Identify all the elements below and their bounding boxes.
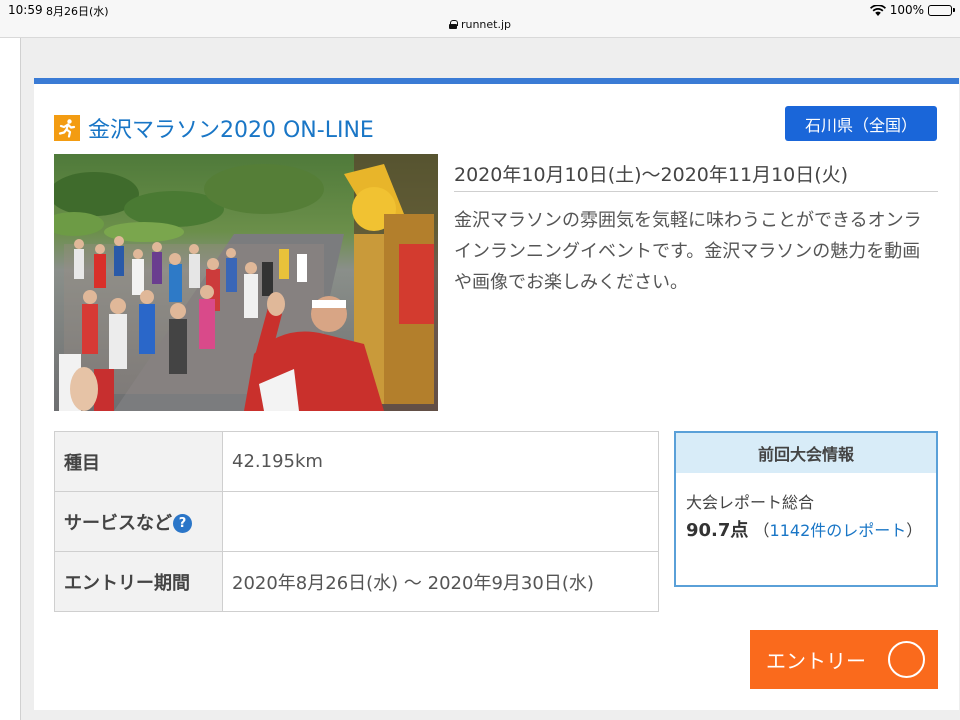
status-date: 8月26日(水): [46, 5, 109, 18]
wifi-icon: [869, 4, 886, 16]
entry-button-label: エントリー: [766, 649, 866, 673]
address-bar[interactable]: runnet.jp: [0, 18, 960, 31]
row-value-event-type: 42.195km: [222, 431, 659, 492]
row-label-event-type: 種目: [54, 431, 223, 492]
date-divider: [454, 191, 938, 192]
runner-icon: [54, 115, 80, 141]
row-value-services: [222, 491, 659, 552]
status-right: 100%: [869, 3, 955, 17]
event-title[interactable]: 金沢マラソン2020 ON-LINE: [88, 112, 374, 144]
event-photo: [54, 154, 438, 411]
event-details-table: 種目 42.195km サービスなど? エントリー期間 2020年8月26日(水…: [54, 431, 659, 612]
help-icon[interactable]: ?: [173, 513, 192, 533]
previous-info-body: 大会レポート総合 90.7点 （1142件のレポート）: [676, 473, 936, 545]
url-text: runnet.jp: [460, 18, 512, 31]
left-page-edge: [0, 38, 21, 720]
entry-button[interactable]: エントリー: [750, 630, 938, 689]
report-score-line: 90.7点 （1142件のレポート）: [686, 517, 926, 545]
region-button[interactable]: 石川県（全国）: [785, 106, 937, 141]
event-card: 金沢マラソン2020 ON-LINE 石川県（全国） 2020年10月10日(土…: [34, 78, 959, 710]
table-row: 種目 42.195km: [54, 431, 659, 492]
row-value-entry-period: 2020年8月26日(水) 〜 2020年9月30日(水): [222, 551, 659, 612]
lock-icon: [448, 20, 458, 29]
status-time: 10:59: [8, 3, 43, 17]
event-description: 金沢マラソンの雰囲気を気軽に味わうことができるオンラインランニングイベントです。…: [454, 210, 922, 293]
status-bar: 10:59 8月26日(水) runnet.jp 100%: [0, 0, 960, 38]
battery-percent: 100%: [889, 3, 924, 17]
event-date-range: 2020年10月10日(土)〜2020年11月10日(火): [454, 164, 849, 186]
event-title-row[interactable]: 金沢マラソン2020 ON-LINE: [54, 112, 374, 144]
row-label-entry-period: エントリー期間: [54, 551, 223, 612]
report-count-link[interactable]: 1142件のレポート: [770, 521, 907, 540]
services-label: サービスなど: [64, 512, 172, 534]
report-score: 90.7点: [686, 520, 749, 541]
table-row: エントリー期間 2020年8月26日(水) 〜 2020年9月30日(水): [54, 551, 659, 612]
report-close-paren: ）: [906, 521, 923, 540]
previous-info-header: 前回大会情報: [676, 433, 936, 473]
table-row: サービスなど?: [54, 491, 659, 552]
report-open-paren: （: [753, 521, 770, 540]
circle-icon: [888, 641, 925, 678]
report-label: 大会レポート総合: [686, 493, 815, 512]
row-label-services: サービスなど?: [54, 491, 223, 552]
battery-icon: [928, 4, 955, 16]
previous-event-info: 前回大会情報 大会レポート総合 90.7点 （1142件のレポート）: [674, 431, 938, 587]
